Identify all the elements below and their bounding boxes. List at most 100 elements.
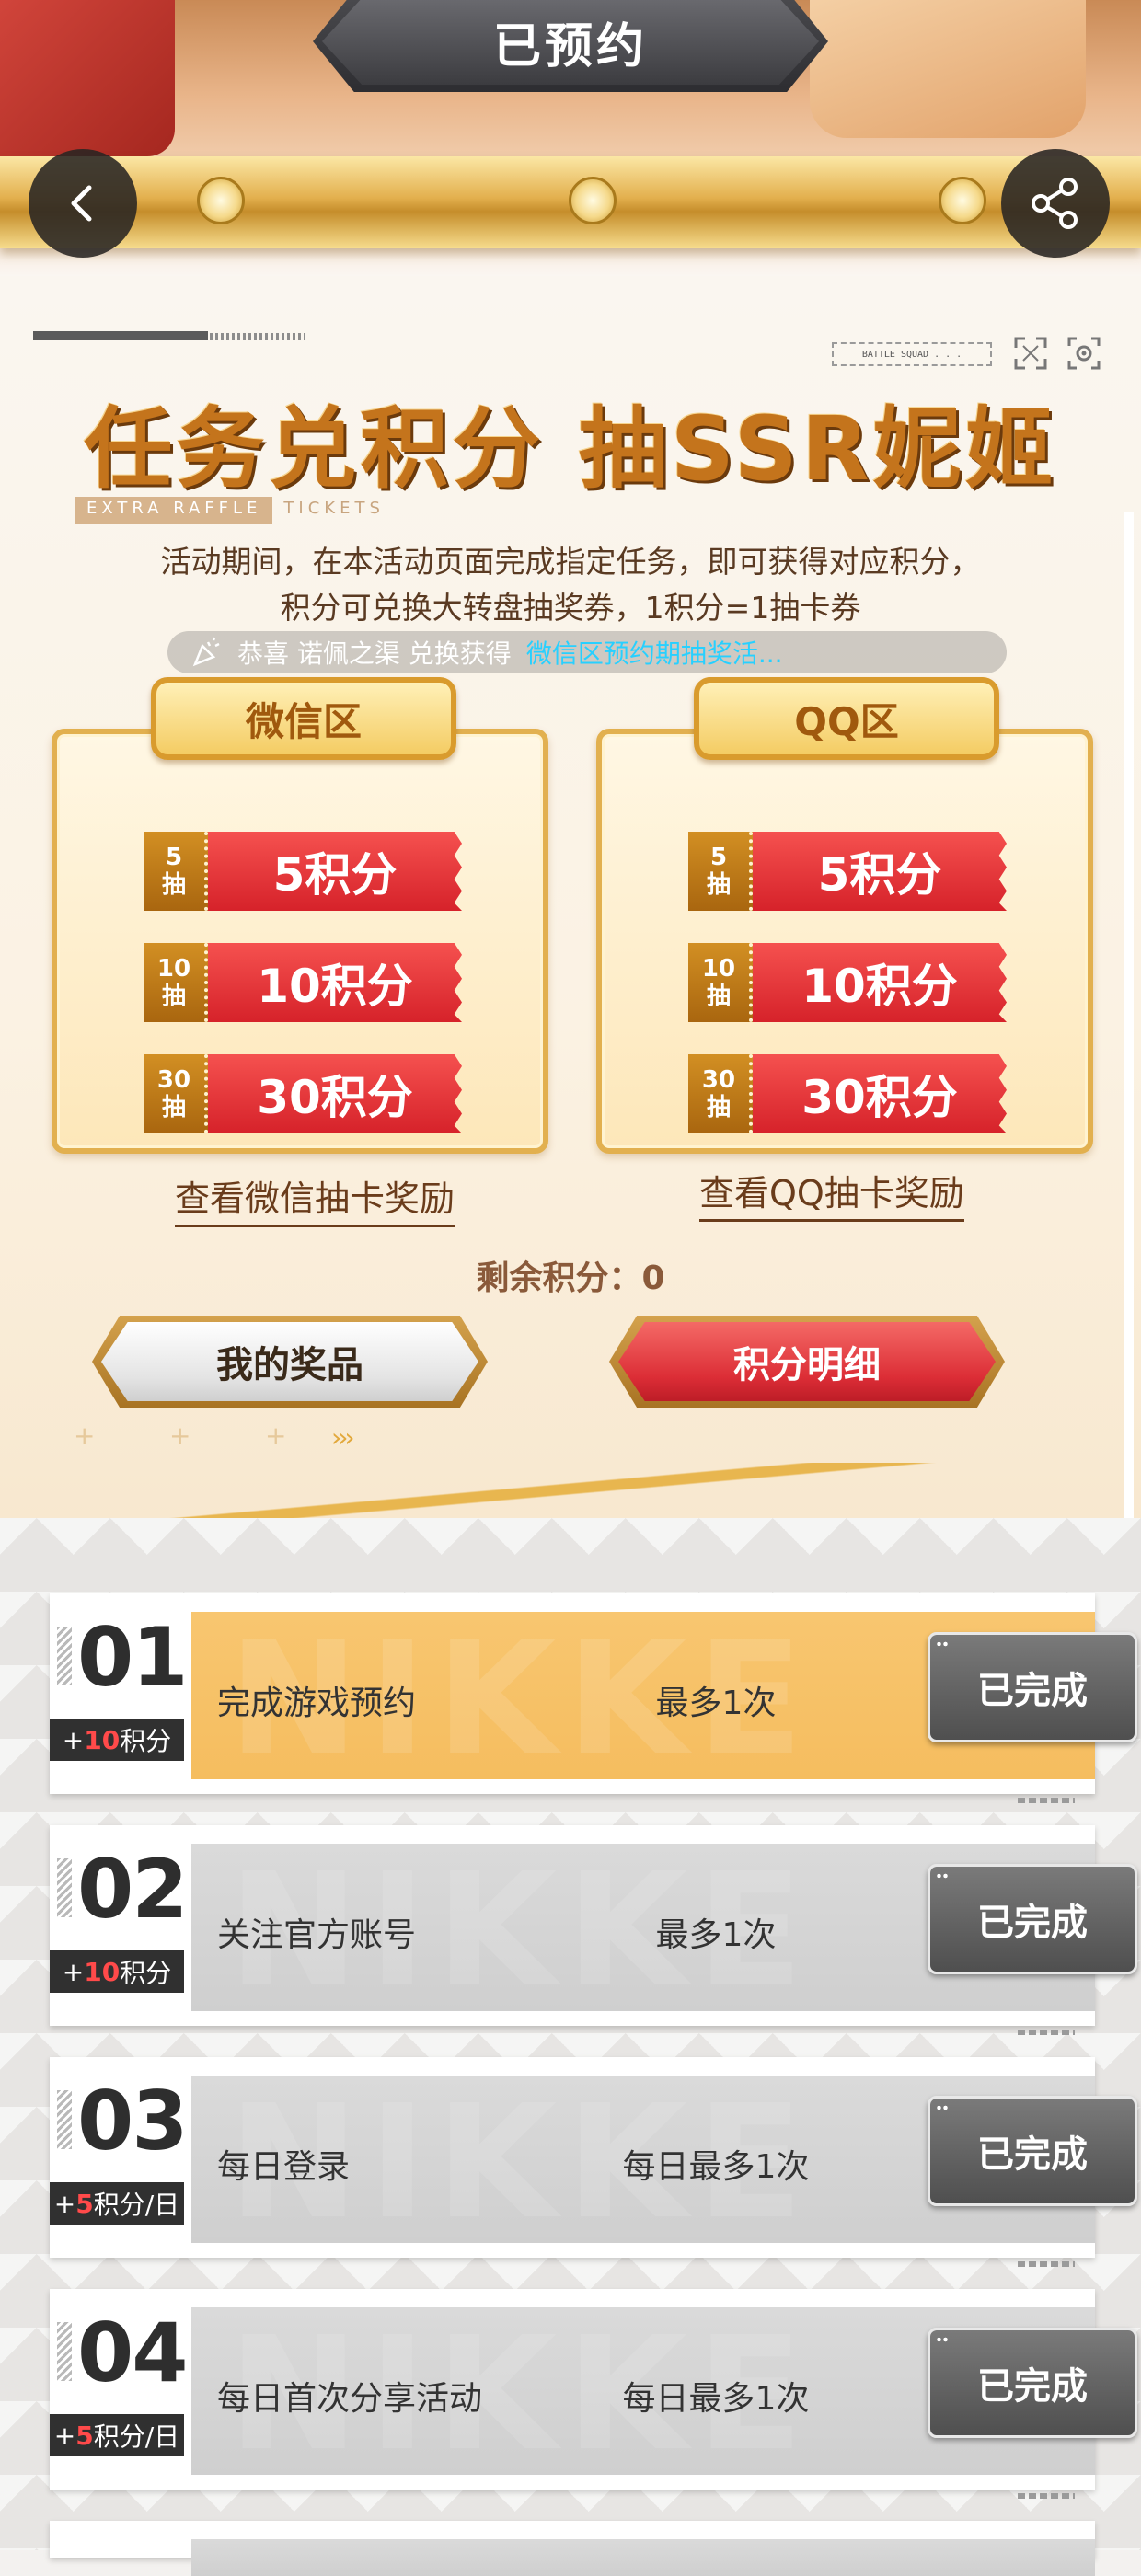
qq-draw-30-button[interactable]: 30 抽 30积分	[688, 1054, 1007, 1133]
points-detail-label: 积分明细	[733, 1344, 881, 1386]
dots-decoration	[936, 2336, 949, 2343]
draw-count-badge: 30 抽	[688, 1054, 753, 1133]
battle-squad-tag: BATTLE SQUAD . . .	[832, 342, 992, 366]
chevron-decoration-icon: ›››	[331, 1422, 355, 1453]
task-number-column: 03 +5 积分/日	[50, 2057, 188, 2258]
points-unit: 积分	[120, 1958, 172, 1988]
dots-decoration	[936, 2104, 949, 2111]
draw-points-label: 5积分	[208, 832, 462, 911]
light-bulb	[939, 177, 986, 224]
points-value: 5	[75, 2420, 94, 2451]
view-wechat-rewards-link[interactable]: 查看微信抽卡奖励	[175, 1170, 455, 1227]
draw-count-number: 30	[156, 1066, 191, 1094]
task-completed-button[interactable]: 已完成	[928, 1864, 1137, 1974]
points-value: 10	[84, 1724, 121, 1755]
draw-count-unit: 抽	[706, 871, 731, 899]
points-sign: +	[53, 2420, 76, 2451]
draw-points-label: 10积分	[208, 943, 462, 1022]
points-detail-button[interactable]: 积分明细	[609, 1316, 1005, 1408]
qq-draw-5-button[interactable]: 5 抽 5积分	[688, 832, 1007, 911]
light-bulb	[569, 177, 617, 224]
back-button[interactable]	[29, 149, 137, 258]
plus-decoration: +	[74, 1420, 96, 1451]
wechat-zone-label: 微信区	[151, 677, 456, 760]
task-row: 04 +5 积分/日 NIKKE 每日首次分享活动 每日最多1次 已完成	[50, 2289, 1137, 2499]
points-unit: 积分/日	[93, 2421, 180, 2452]
points-sign: +	[62, 1724, 85, 1755]
my-prizes-button[interactable]: 我的奖品	[92, 1316, 488, 1408]
light-bulb	[197, 177, 245, 224]
task-number-column: 01 +10 积分	[50, 1593, 188, 1794]
task-number-column: 04 +5 积分/日	[50, 2289, 188, 2490]
task-row: 03 +5 积分/日 NIKKE 每日登录 每日最多1次 已完成	[50, 2057, 1137, 2267]
description-line-1: 活动期间，在本活动页面完成指定任务，即可获得对应积分，	[160, 544, 981, 580]
plus-decoration: +	[265, 1420, 287, 1451]
task-points-badge: +10 积分	[50, 1950, 184, 1993]
description-line-2: 积分可兑换大转盘抽奖券，1积分=1抽卡券	[280, 590, 861, 626]
dash-decoration	[1018, 2493, 1075, 2499]
task-name: 每日首次分享活动	[217, 2380, 483, 2418]
my-prizes-label: 我的奖品	[216, 1344, 363, 1386]
dash-decoration	[1018, 2261, 1075, 2267]
event-card: BATTLE SQUAD . . . 任务兑积分 抽SSR妮姬 EXTRA RA…	[0, 276, 1141, 1518]
qq-draw-10-button[interactable]: 10 抽 10积分	[688, 943, 1007, 1022]
dots-decoration	[936, 1872, 949, 1880]
wechat-zone-panel: 5 抽 5积分 10 抽 10积分 30 抽 30积分	[52, 729, 548, 1154]
ribbon-decoration	[0, 1463, 1141, 1518]
draw-count-unit: 抽	[161, 871, 186, 899]
gift-decoration	[0, 0, 175, 156]
gift-decoration	[810, 0, 1086, 138]
extra-raffle-label: EXTRA RAFFLE	[75, 497, 273, 524]
wechat-draw-10-button[interactable]: 10 抽 10积分	[144, 943, 462, 1022]
task-completed-button[interactable]: 已完成	[928, 1632, 1137, 1742]
draw-count-badge: 5 抽	[144, 832, 208, 911]
draw-count-number: 5	[709, 844, 728, 871]
task-completed-button[interactable]: 已完成	[928, 2096, 1137, 2206]
task-number: 04	[77, 2306, 188, 2400]
wechat-draw-5-button[interactable]: 5 抽 5积分	[144, 832, 462, 911]
draw-count-number: 30	[701, 1066, 736, 1094]
fullscreen-icon[interactable]	[1012, 335, 1049, 372]
points-sign: +	[62, 1956, 85, 1987]
marquee-light-bar	[0, 156, 1141, 248]
draw-count-number: 10	[701, 955, 736, 983]
task-row: 01 +10 积分 NIKKE 完成游戏预约 最多1次 已完成	[50, 1593, 1137, 1803]
plus-decoration: +	[169, 1420, 191, 1451]
task-number: 02	[77, 1842, 188, 1937]
qq-zone-panel: 5 抽 5积分 10 抽 10积分 30 抽 30积分	[596, 729, 1093, 1154]
task-completed-button[interactable]: 已完成	[928, 2328, 1137, 2438]
draw-count-unit: 抽	[161, 1094, 186, 1121]
task-row-partial	[50, 2521, 1095, 2576]
share-button[interactable]	[1001, 149, 1110, 258]
task-limit: 每日最多1次	[622, 2148, 810, 2186]
draw-count-unit: 抽	[706, 1094, 731, 1121]
task-name: 每日登录	[217, 2148, 351, 2186]
task-limit: 每日最多1次	[622, 2380, 810, 2418]
draw-count-unit: 抽	[161, 983, 186, 1010]
points-sign: +	[53, 2188, 76, 2219]
target-icon[interactable]	[1066, 335, 1102, 372]
task-points-badge: +5 积分/日	[50, 2414, 184, 2456]
scrollbar[interactable]	[1124, 512, 1134, 1568]
task-points-badge: +5 积分/日	[50, 2182, 184, 2225]
task-row: 02 +10 积分 NIKKE 关注官方账号 最多1次 已完成	[50, 1825, 1137, 2035]
task-number: 01	[77, 1610, 188, 1705]
draw-count-number: 5	[165, 844, 183, 871]
draw-count-number: 10	[156, 955, 191, 983]
tickets-label: TICKETS	[283, 499, 385, 518]
draw-points-label: 30积分	[208, 1054, 462, 1133]
reserved-status-badge: 已预约	[322, 0, 819, 85]
party-popper-icon	[192, 637, 220, 667]
dash-decoration	[1018, 1798, 1075, 1803]
event-title: 任务兑积分 抽SSR妮姬	[84, 397, 1057, 500]
draw-count-badge: 10 抽	[688, 943, 753, 1022]
draw-count-badge: 10 抽	[144, 943, 208, 1022]
task-name: 完成游戏预约	[217, 1685, 417, 1722]
event-description: 活动期间，在本活动页面完成指定任务，即可获得对应积分， 积分可兑换大转盘抽奖券，…	[0, 539, 1141, 631]
task-list: 01 +10 积分 NIKKE 完成游戏预约 最多1次 已完成 02 +10 积分 …	[0, 1518, 1141, 2576]
view-qq-rewards-link[interactable]: 查看QQ抽卡奖励	[699, 1165, 964, 1222]
task-name: 关注官方账号	[217, 1916, 417, 1954]
marquee-highlight[interactable]: 微信区预约期抽奖活...	[526, 634, 783, 671]
task-limit: 最多1次	[655, 1916, 777, 1954]
wechat-draw-30-button[interactable]: 30 抽 30积分	[144, 1054, 462, 1133]
